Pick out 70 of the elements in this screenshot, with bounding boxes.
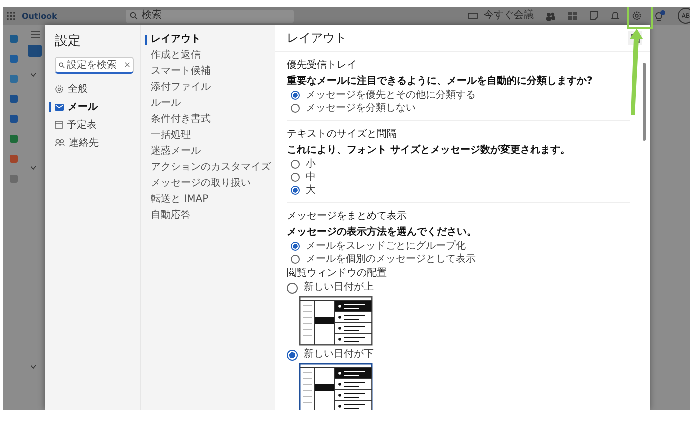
section-title: メッセージをまとめて表示 — [287, 211, 408, 223]
scrollbar[interactable] — [643, 63, 646, 141]
chevron-icon[interactable] — [31, 365, 36, 369]
radio-button[interactable] — [287, 282, 298, 294]
chevron-icon[interactable] — [31, 73, 36, 77]
settings-subcategory[interactable]: 一括処理 — [145, 129, 269, 142]
chevron-icon[interactable] — [31, 166, 36, 170]
settings-subcategory[interactable]: 条件付き書式 — [145, 113, 269, 126]
layout-preview-drawing[interactable] — [299, 296, 373, 346]
option-label: 新しい日付が下 — [304, 349, 374, 361]
radio-button[interactable] — [291, 160, 300, 169]
settings-category[interactable]: 連絡先 — [49, 136, 134, 150]
search-field[interactable]: 検索 — [126, 10, 294, 22]
settings-subcategory[interactable]: アクションのカスタマイズ — [145, 161, 269, 174]
settings-subcategory[interactable]: 自動応答 — [145, 209, 269, 222]
people-icon — [55, 139, 65, 147]
meet-now-button[interactable]: 今すぐ会議 — [484, 11, 534, 21]
settings-subcategory[interactable]: 転送と IMAP — [145, 193, 269, 206]
page-title: レイアウト — [287, 30, 347, 46]
option-label: 新しい日付が上 — [304, 282, 374, 294]
settings-category[interactable]: 全般 — [49, 82, 134, 96]
app-icon[interactable] — [10, 95, 18, 103]
option-label: 中 — [306, 172, 316, 184]
section-title: 優先受信トレイ — [287, 60, 358, 72]
lightbulb-icon[interactable] — [654, 10, 666, 22]
section-title: テキストのサイズと間隔 — [287, 129, 398, 141]
app-icon[interactable] — [10, 35, 18, 43]
mail-icon — [55, 104, 64, 110]
option-label: 小 — [306, 158, 316, 170]
settings-title: 設定 — [55, 33, 82, 50]
note-icon[interactable] — [590, 11, 599, 21]
section-question: 重要なメールに注目できるように、メールを自動的に分類しますか? — [287, 76, 594, 88]
settings-category[interactable]: 予定表 — [49, 118, 134, 132]
settings-icon[interactable] — [632, 11, 642, 21]
option-label: メッセージを優先とその他に分類する — [306, 90, 476, 102]
settings-subcategory[interactable]: メッセージの取り扱い — [145, 177, 269, 190]
option-label: メッセージを分類しない — [306, 102, 416, 114]
radio-button[interactable] — [291, 255, 300, 264]
video-icon[interactable] — [468, 13, 478, 19]
option-label: 大 — [306, 184, 316, 196]
highlight-frame — [627, 7, 653, 29]
layout-preview-drawing[interactable] — [299, 363, 373, 410]
section-question: メッセージの表示方法を選んでください。 — [287, 227, 478, 239]
search-icon — [130, 12, 138, 20]
radio-button[interactable] — [291, 186, 300, 195]
grid-icon[interactable] — [568, 11, 578, 21]
app-icon[interactable] — [10, 115, 18, 123]
option-label: メールを個別のメッセージとして表示 — [306, 254, 476, 266]
app-launcher-icon[interactable] — [7, 12, 16, 20]
option-label: メールをスレッドごとにグループ化 — [306, 240, 466, 252]
radio-button[interactable] — [291, 173, 300, 182]
app-name: Outlook — [22, 12, 58, 20]
radio-button[interactable] — [291, 242, 300, 251]
settings-subcategory[interactable]: 添付ファイル — [145, 81, 269, 94]
radio-button[interactable] — [291, 104, 300, 113]
people-icon[interactable] — [546, 12, 556, 20]
radio-button[interactable] — [291, 91, 300, 100]
bell-icon[interactable] — [611, 11, 620, 21]
clear-icon[interactable] — [124, 62, 130, 68]
section-question: これにより、フォント サイズとメッセージ数が変更されます。 — [287, 145, 572, 157]
settings-subcategory[interactable]: 迷惑メール — [145, 145, 269, 158]
radio-button[interactable] — [287, 350, 298, 360]
settings-subcategory[interactable]: スマート候補 — [145, 65, 269, 78]
settings-subcategory[interactable]: ルール — [145, 97, 269, 110]
subsection-title: 閲覧ウィンドウの配置 — [287, 268, 388, 280]
gear-icon — [55, 84, 64, 94]
settings-subcategory[interactable]: 作成と返信 — [145, 49, 269, 62]
calendar-icon — [55, 121, 63, 129]
search-icon — [59, 62, 65, 68]
menu-icon[interactable] — [31, 31, 40, 38]
